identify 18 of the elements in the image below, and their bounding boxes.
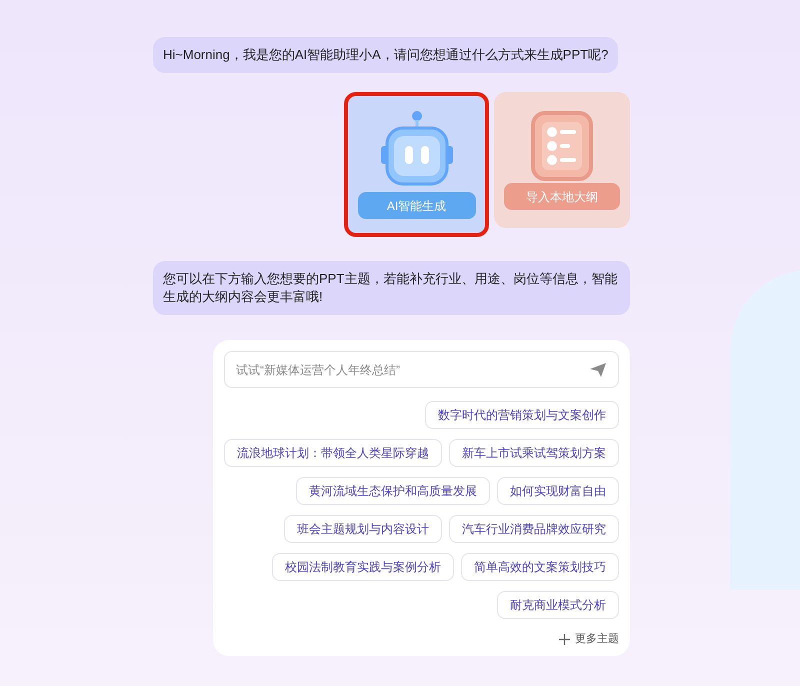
assistant-message: 您可以在下方输入您想要的PPT主题，若能补充行业、用途、岗位等信息，智能生成的大纲内容会更丰富哦! — [153, 261, 630, 315]
list-document-icon — [530, 110, 594, 182]
more-topics-button[interactable]: 更多主题 — [559, 631, 619, 648]
topic-chip[interactable]: 简单高效的文案策划技巧 — [461, 553, 619, 581]
topic-chip[interactable]: 耐克商业模式分析 — [497, 591, 619, 619]
assistant-message: Hi~Morning，我是您的AI智能助理小A，请问您想通过什么方式来生成PPT呢? — [153, 37, 618, 73]
topic-chip[interactable]: 数字时代的营销策划与文案创作 — [425, 401, 619, 429]
topic-input[interactable]: 试试“新媒体运营个人年终总结” — [236, 360, 589, 378]
send-icon[interactable] — [589, 362, 607, 378]
topic-chip[interactable]: 班会主题规划与内容设计 — [284, 515, 442, 543]
topic-chip[interactable]: 黄河流域生态保护和高质量发展 — [296, 477, 490, 505]
topic-chip[interactable]: 校园法制教育实践与案例分析 — [272, 553, 454, 581]
topic-chip[interactable]: 如何实现财富自由 — [497, 477, 619, 505]
topic-chip[interactable]: 流浪地球计划：带领全人类星际穿越 — [224, 439, 442, 467]
topic-chip[interactable]: 汽车行业消费品牌效应研究 — [449, 515, 619, 543]
plus-icon — [559, 634, 570, 645]
topic-chip[interactable]: 新车上市试乘试驾策划方案 — [449, 439, 619, 467]
topic-input-field[interactable]: 试试“新媒体运营个人年终总结” — [224, 351, 619, 388]
